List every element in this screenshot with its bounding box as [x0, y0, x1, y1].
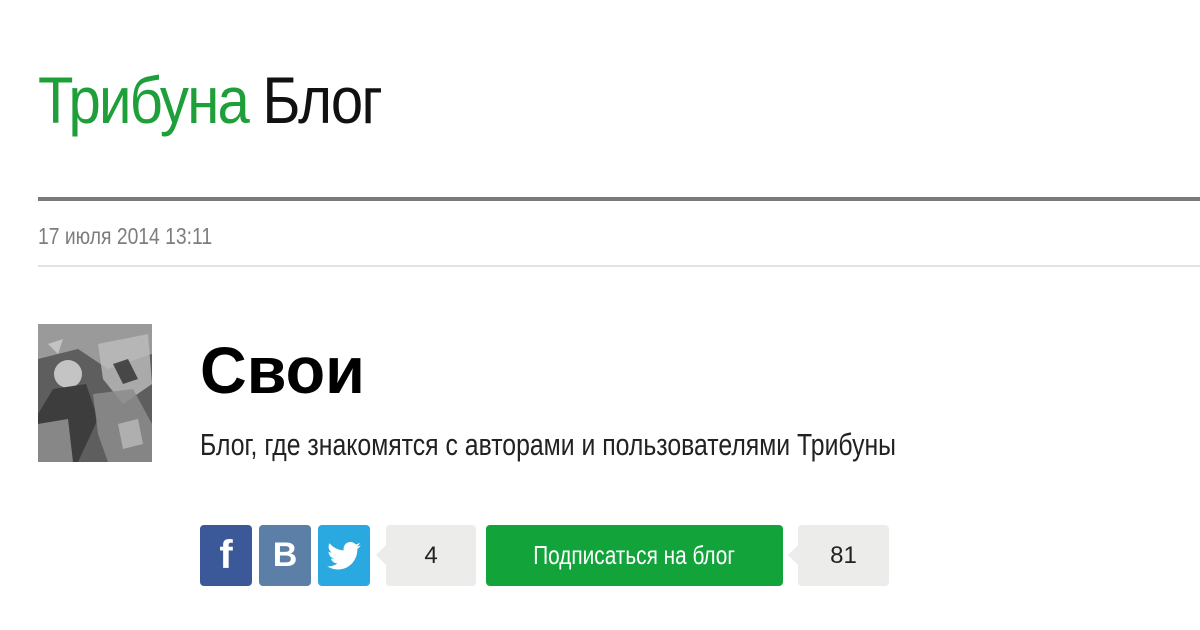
blog-title: Свои	[200, 333, 365, 407]
subscriber-count: 81	[788, 525, 889, 586]
post-date: 17 июля 2014 13:11	[38, 223, 213, 249]
header-divider	[38, 197, 1200, 201]
subscribe-button-label: Подписаться на блог	[533, 540, 736, 570]
share-count: 4	[376, 525, 476, 586]
facebook-share-button[interactable]: f	[200, 525, 252, 586]
facebook-icon: f	[219, 533, 233, 577]
date-divider	[38, 265, 1200, 267]
subscribe-button[interactable]: Подписаться на блог	[486, 525, 783, 586]
vk-share-button[interactable]: B	[259, 525, 311, 586]
twitter-bird-icon	[327, 541, 361, 569]
brand-primary-text: Трибуна	[38, 63, 250, 137]
blog-description: Блог, где знакомятся с авторами и пользо…	[200, 427, 897, 462]
twitter-share-button[interactable]	[318, 525, 370, 586]
avatar-photo-icon	[38, 324, 152, 462]
vk-icon: B	[272, 536, 298, 574]
page: Трибуна Блог 17 июля 2014 13:11 Свои Бло…	[0, 0, 1200, 630]
blog-avatar[interactable]	[38, 324, 152, 462]
brand-secondary-text: Блог	[248, 63, 382, 137]
site-logo[interactable]: Трибуна Блог	[38, 62, 383, 138]
